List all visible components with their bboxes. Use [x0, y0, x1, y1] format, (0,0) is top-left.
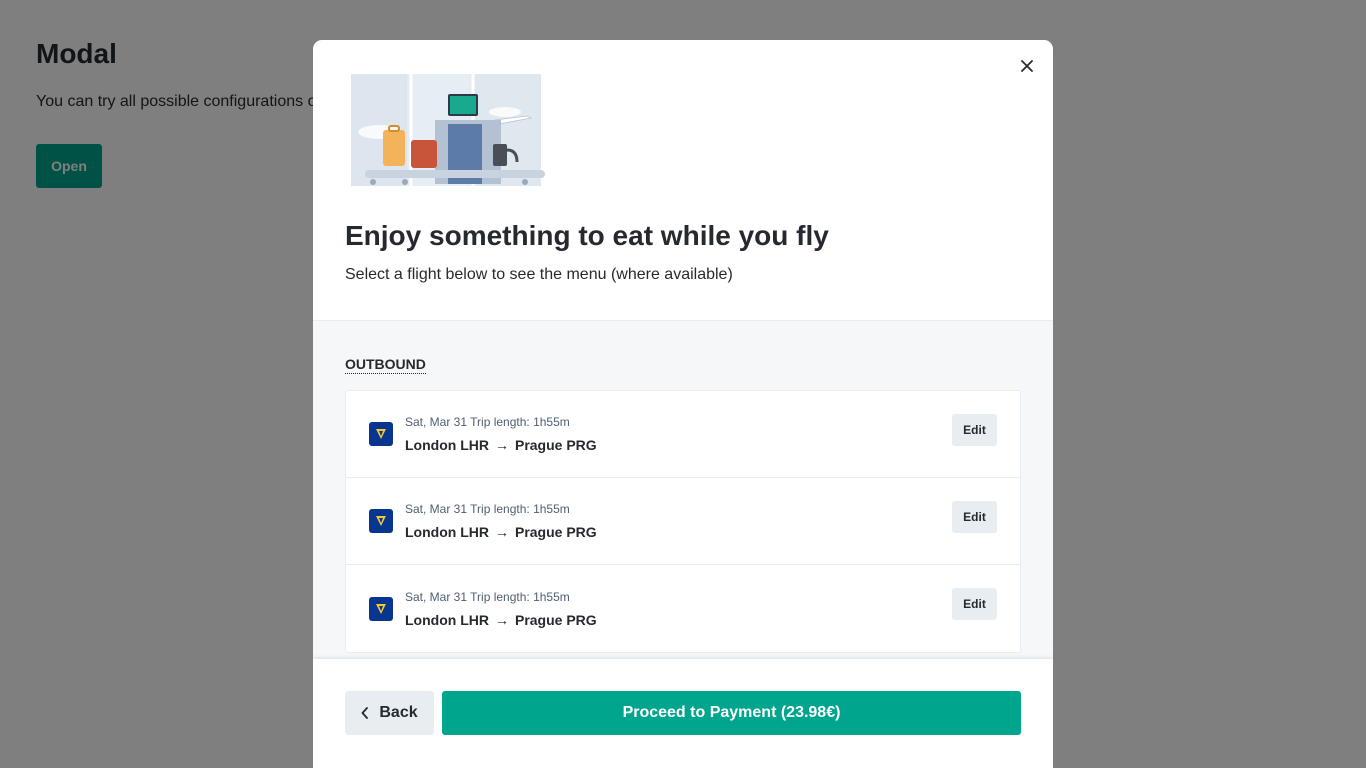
- trip-info: Sat, Mar 31 Trip length: 1h55m London LH…: [405, 414, 597, 454]
- trip-destination: Prague PRG: [514, 437, 597, 453]
- trip-row: Sat, Mar 31 Trip length: 1h55m London LH…: [346, 565, 1020, 652]
- modal-footer: Back Proceed to Payment (23.98€): [313, 659, 1053, 768]
- trip-destination: Prague PRG: [514, 524, 597, 540]
- section-label-outbound: Outbound: [345, 356, 426, 374]
- modal-header: Enjoy something to eat while you fly Sel…: [313, 40, 1053, 321]
- airport-baggage-illustration: [351, 74, 545, 186]
- trip-origin: London LHR: [405, 611, 489, 628]
- ryanair-logo-icon: [369, 422, 393, 446]
- close-button[interactable]: [1019, 58, 1035, 74]
- close-icon: [1021, 60, 1033, 72]
- ryanair-logo-icon: [369, 509, 393, 533]
- chevron-left-icon: [361, 707, 369, 719]
- trip-date: Sat, Mar 31: [405, 502, 468, 516]
- arrow-right-icon: →: [494, 524, 509, 540]
- outbound-section: Outbound Sat, Mar 31 Trip length: 1h55m …: [313, 321, 1053, 660]
- trip-origin: London LHR: [405, 437, 489, 453]
- proceed-to-payment-button[interactable]: Proceed to Payment (23.98€): [442, 691, 1021, 735]
- back-label: Back: [379, 704, 418, 721]
- trip-date: Sat, Mar 31: [405, 415, 468, 429]
- trip-info: Sat, Mar 31 Trip length: 1h55m London LH…: [405, 501, 597, 541]
- trip-destination: Prague PRG: [514, 611, 597, 628]
- ryanair-logo-icon: [369, 596, 393, 621]
- modal-title: Enjoy something to eat while you fly: [345, 220, 829, 251]
- trip-length: Trip length: 1h55m: [470, 502, 570, 516]
- edit-button[interactable]: Edit: [952, 414, 997, 446]
- trip-origin: London LHR: [405, 524, 489, 540]
- trip-date: Sat, Mar 31: [405, 589, 468, 604]
- edit-button[interactable]: Edit: [952, 588, 997, 620]
- back-button[interactable]: Back: [345, 691, 434, 735]
- trip-length: Trip length: 1h55m: [470, 589, 570, 604]
- trip-row: Sat, Mar 31 Trip length: 1h55m London LH…: [346, 391, 1020, 478]
- arrow-right-icon: →: [494, 437, 509, 453]
- trip-row: Sat, Mar 31 Trip length: 1h55m London LH…: [346, 478, 1020, 565]
- modal-dialog: Enjoy something to eat while you fly Sel…: [313, 40, 1053, 768]
- trip-info: Sat, Mar 31 Trip length: 1h55m London LH…: [405, 589, 597, 629]
- modal-description: Select a flight below to see the menu (w…: [345, 266, 733, 283]
- arrow-right-icon: →: [494, 611, 509, 628]
- trip-length: Trip length: 1h55m: [470, 415, 570, 429]
- edit-button[interactable]: Edit: [952, 501, 997, 533]
- trip-list: Sat, Mar 31 Trip length: 1h55m London LH…: [345, 390, 1021, 653]
